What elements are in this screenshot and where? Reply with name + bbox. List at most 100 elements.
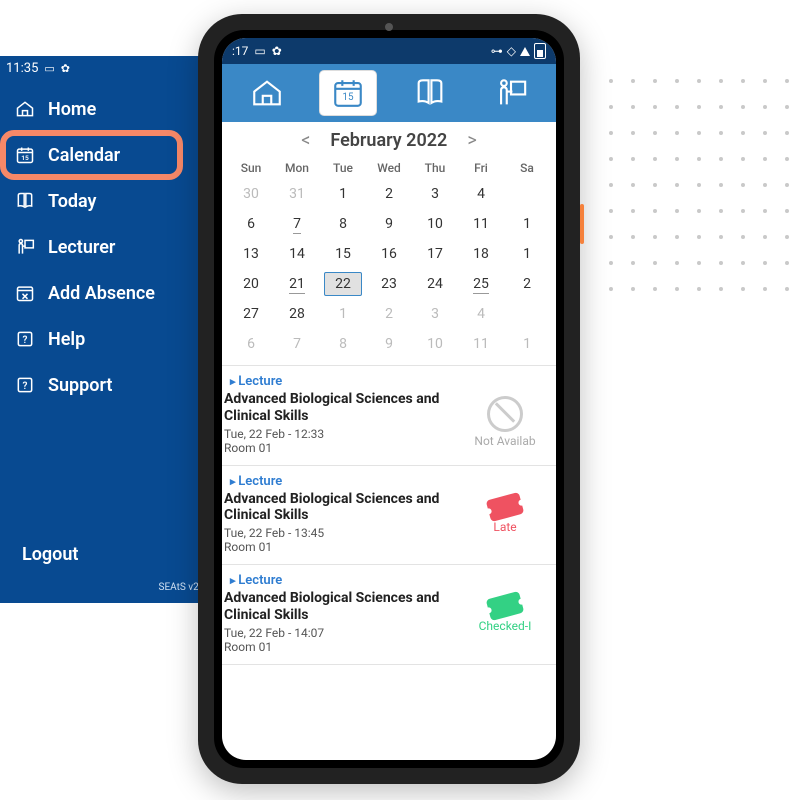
absence-icon — [14, 282, 36, 304]
sidebar-item-label: Help — [48, 329, 85, 350]
weekday-header: Sa — [504, 157, 550, 179]
event-list: LectureAdvanced Biological Sciences and … — [222, 365, 556, 760]
logout-button[interactable]: Logout — [22, 544, 78, 565]
calendar-day[interactable] — [504, 179, 550, 209]
prev-month-button[interactable]: < — [301, 130, 310, 151]
wifi-icon: ◇ — [507, 44, 516, 58]
next-month-button[interactable]: > — [467, 130, 476, 151]
calendar-day[interactable]: 4 — [458, 299, 504, 329]
weekday-header: Wed — [366, 157, 412, 179]
calendar-day[interactable]: 15 — [320, 239, 366, 269]
calendar-day[interactable]: 11 — [458, 209, 504, 239]
calendar-day[interactable]: 2 — [504, 269, 550, 299]
calendar-day[interactable]: 1 — [504, 209, 550, 239]
decorative-dots — [600, 70, 800, 300]
book-icon — [14, 190, 36, 212]
calendar-icon: 15 — [14, 144, 36, 166]
tab-calendar[interactable]: 15 — [320, 71, 376, 115]
calendar-day[interactable]: 9 — [366, 329, 412, 359]
event-item[interactable]: LectureAdvanced Biological Sciences and … — [222, 565, 556, 665]
sidebar-item-lecturer[interactable]: Lecturer — [0, 224, 223, 270]
ticket-icon — [486, 591, 525, 621]
weekday-header: Tue — [320, 157, 366, 179]
calendar-day[interactable]: 17 — [412, 239, 458, 269]
key-icon: ⊶ — [491, 44, 503, 58]
help-icon: ? — [14, 328, 36, 350]
calendar-day[interactable]: 2 — [366, 299, 412, 329]
svg-text:15: 15 — [343, 92, 355, 103]
sidebar-item-add-absence[interactable]: Add Absence — [0, 270, 223, 316]
event-room: Room 01 — [222, 640, 556, 654]
tab-lecturer[interactable] — [483, 71, 539, 115]
calendar-day[interactable]: 7 — [274, 329, 320, 359]
calendar-day[interactable]: 31 — [274, 179, 320, 209]
calendar-day[interactable]: 4 — [458, 179, 504, 209]
event-item[interactable]: LectureAdvanced Biological Sciences and … — [222, 366, 556, 466]
event-type: Lecture — [222, 573, 556, 588]
sidebar-item-support[interactable]: ? Support — [0, 362, 223, 408]
not-available-icon — [487, 396, 523, 432]
calendar-day[interactable]: 10 — [412, 209, 458, 239]
calendar-day[interactable]: 3 — [412, 299, 458, 329]
calendar-day[interactable]: 21 — [274, 269, 320, 299]
sidebar-item-today[interactable]: Today — [0, 178, 223, 224]
calendar-day[interactable]: 2 — [366, 179, 412, 209]
sidebar-item-help[interactable]: ? Help — [0, 316, 223, 362]
calendar-day[interactable]: 20 — [228, 269, 274, 299]
sidebar-item-label: Today — [48, 191, 97, 212]
sidebar-panel: 11:35 ▭ ✿ Home15CalendarTodayLecturerAdd… — [0, 56, 223, 603]
calendar-day[interactable]: 1 — [504, 329, 550, 359]
sidebar-item-calendar[interactable]: 15 Calendar — [0, 132, 223, 178]
calendar-day[interactable]: 14 — [274, 239, 320, 269]
sidebar-item-label: Lecturer — [48, 237, 115, 258]
calendar-day[interactable] — [504, 299, 550, 329]
sidebar-item-label: Calendar — [48, 145, 120, 166]
calendar-day[interactable]: 16 — [366, 239, 412, 269]
status-not-available: Not Availab — [460, 396, 550, 448]
gear-icon: ✿ — [272, 44, 282, 58]
calendar-day[interactable]: 10 — [412, 329, 458, 359]
sidebar-item-label: Support — [48, 375, 112, 396]
tab-home[interactable] — [239, 71, 295, 115]
calendar-day[interactable]: 1 — [320, 179, 366, 209]
lecturer-icon — [14, 236, 36, 258]
battery-icon — [534, 43, 546, 59]
phone-status-bar: :17 ▭ ✿ ⊶ ◇ — [222, 38, 556, 64]
svg-text:?: ? — [23, 335, 28, 346]
calendar-day[interactable]: 23 — [366, 269, 412, 299]
sidebar-time: 11:35 — [6, 61, 38, 76]
support-icon: ? — [14, 374, 36, 396]
sidebar-nav: Home 15 Calendar Today Lecturer Add Absence? H… — [0, 86, 223, 408]
calendar-day[interactable]: 18 — [458, 239, 504, 269]
calendar-day[interactable]: 8 — [320, 209, 366, 239]
calendar-day[interactable]: 28 — [274, 299, 320, 329]
calendar-grid[interactable]: SunMonTueWedThuFriSa30311234678910111131… — [222, 157, 556, 359]
tab-today[interactable] — [402, 71, 458, 115]
calendar-day[interactable]: 6 — [228, 329, 274, 359]
battery-icon: ▭ — [44, 62, 54, 75]
weekday-header: Sun — [228, 157, 274, 179]
calendar-day[interactable]: 27 — [228, 299, 274, 329]
calendar-day[interactable]: 25 — [458, 269, 504, 299]
calendar-day[interactable]: 1 — [320, 299, 366, 329]
calendar-day[interactable]: 1 — [504, 239, 550, 269]
calendar-day[interactable]: 24 — [412, 269, 458, 299]
month-label: February 2022 — [330, 130, 447, 151]
calendar-day[interactable]: 11 — [458, 329, 504, 359]
signal-icon — [520, 47, 530, 56]
status-late: Late — [460, 496, 550, 534]
calendar-day[interactable]: 6 — [228, 209, 274, 239]
calendar-day[interactable]: 22 — [320, 269, 366, 299]
status-checked-in: Checked-I — [460, 595, 550, 633]
calendar-day[interactable]: 30 — [228, 179, 274, 209]
event-item[interactable]: LectureAdvanced Biological Sciences and … — [222, 466, 556, 566]
calendar-day[interactable]: 8 — [320, 329, 366, 359]
ticket-icon — [486, 492, 525, 522]
calendar-day[interactable]: 9 — [366, 209, 412, 239]
calendar-day[interactable]: 13 — [228, 239, 274, 269]
calendar-day[interactable]: 3 — [412, 179, 458, 209]
svg-text:?: ? — [23, 381, 28, 392]
calendar-day[interactable]: 7 — [274, 209, 320, 239]
sidebar-item-home[interactable]: Home — [0, 86, 223, 132]
weekday-header: Fri — [458, 157, 504, 179]
